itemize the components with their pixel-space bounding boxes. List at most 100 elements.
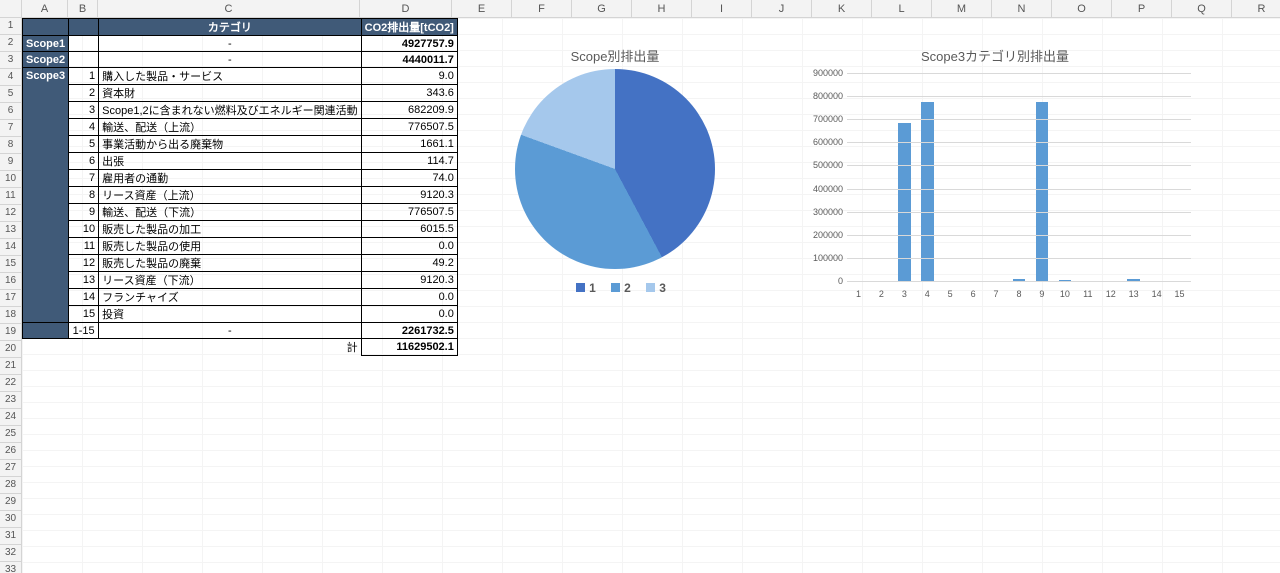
col-header-C[interactable]: C [98, 0, 360, 18]
cell[interactable]: 3 [69, 102, 99, 119]
row-header-30[interactable]: 30 [0, 511, 22, 528]
row-header-10[interactable]: 10 [0, 171, 22, 188]
col-header-J[interactable]: J [752, 0, 812, 18]
col-header-D[interactable]: D [360, 0, 452, 18]
cell[interactable]: Scope1,2に含まれない燃料及びエネルギー関連活動 [99, 102, 361, 119]
row-header-6[interactable]: 6 [0, 103, 22, 120]
row-header-24[interactable]: 24 [0, 409, 22, 426]
row-header-13[interactable]: 13 [0, 222, 22, 239]
column-headers[interactable]: ABCDEFGHIJKLMNOPQRSTU [0, 0, 1280, 18]
cell[interactable]: フランチャイズ [99, 289, 361, 306]
cell[interactable] [23, 170, 69, 187]
row-header-22[interactable]: 22 [0, 375, 22, 392]
cell[interactable] [69, 19, 99, 36]
cell[interactable]: 輸送、配送（下流） [99, 204, 361, 221]
cell[interactable]: 10 [69, 221, 99, 238]
col-header-A[interactable]: A [22, 0, 68, 18]
cell[interactable]: 0.0 [361, 238, 457, 255]
cell[interactable]: 2261732.5 [361, 323, 457, 339]
col-header-B[interactable]: B [68, 0, 98, 18]
row-header-9[interactable]: 9 [0, 154, 22, 171]
cell[interactable]: - [99, 52, 361, 68]
row-header-31[interactable]: 31 [0, 528, 22, 545]
cell[interactable]: 雇用者の通勤 [99, 170, 361, 187]
cell[interactable] [23, 221, 69, 238]
cell[interactable]: 8 [69, 187, 99, 204]
row-header-5[interactable]: 5 [0, 86, 22, 103]
cell[interactable]: 販売した製品の加工 [99, 221, 361, 238]
cell[interactable] [23, 255, 69, 272]
col-header-N[interactable]: N [992, 0, 1052, 18]
data-table[interactable]: カテゴリCO2排出量[tCO2]Scope1-4927757.9Scope2-4… [22, 18, 458, 356]
col-header-K[interactable]: K [812, 0, 872, 18]
cell[interactable] [23, 238, 69, 255]
cell[interactable]: 出張 [99, 153, 361, 170]
cell[interactable]: 776507.5 [361, 204, 457, 221]
row-header-4[interactable]: 4 [0, 69, 22, 86]
row-header-7[interactable]: 7 [0, 120, 22, 137]
cell[interactable] [23, 153, 69, 170]
col-header-O[interactable]: O [1052, 0, 1112, 18]
row-header-26[interactable]: 26 [0, 443, 22, 460]
row-header-16[interactable]: 16 [0, 273, 22, 290]
cell[interactable]: Scope1 [23, 36, 69, 52]
cell[interactable]: 4440011.7 [361, 52, 457, 68]
col-header-F[interactable]: F [512, 0, 572, 18]
row-header-25[interactable]: 25 [0, 426, 22, 443]
row-header-8[interactable]: 8 [0, 137, 22, 154]
cell[interactable]: Scope2 [23, 52, 69, 68]
cell[interactable]: 販売した製品の廃棄 [99, 255, 361, 272]
row-header-23[interactable]: 23 [0, 392, 22, 409]
cell[interactable]: 計 [99, 339, 361, 356]
col-header-Q[interactable]: Q [1172, 0, 1232, 18]
cell[interactable]: カテゴリ [99, 19, 361, 36]
row-headers[interactable]: 1234567891011121314151617181920212223242… [0, 18, 22, 573]
col-header-E[interactable]: E [452, 0, 512, 18]
cell[interactable] [23, 136, 69, 153]
col-header-G[interactable]: G [572, 0, 632, 18]
spreadsheet[interactable]: { "columns":["","A","B","C","D","E","F",… [0, 0, 1280, 573]
col-header-I[interactable]: I [692, 0, 752, 18]
row-header-12[interactable]: 12 [0, 205, 22, 222]
cell[interactable]: 4 [69, 119, 99, 136]
row-header-21[interactable]: 21 [0, 358, 22, 375]
cell[interactable]: 11 [69, 238, 99, 255]
row-header-1[interactable]: 1 [0, 18, 22, 35]
row-header-19[interactable]: 19 [0, 324, 22, 341]
cell[interactable]: 682209.9 [361, 102, 457, 119]
col-header-P[interactable]: P [1112, 0, 1172, 18]
cell[interactable] [23, 306, 69, 323]
row-header-17[interactable]: 17 [0, 290, 22, 307]
row-header-18[interactable]: 18 [0, 307, 22, 324]
col-header-R[interactable]: R [1232, 0, 1280, 18]
cell[interactable]: リース資産（下流） [99, 272, 361, 289]
cell[interactable]: 13 [69, 272, 99, 289]
cell[interactable]: 15 [69, 306, 99, 323]
cell[interactable]: 1661.1 [361, 136, 457, 153]
cell[interactable]: 6015.5 [361, 221, 457, 238]
cell[interactable]: 776507.5 [361, 119, 457, 136]
row-header-20[interactable]: 20 [0, 341, 22, 358]
cell[interactable]: 14 [69, 289, 99, 306]
cell[interactable]: 12 [69, 255, 99, 272]
select-all-corner[interactable] [0, 0, 22, 18]
cell[interactable] [23, 119, 69, 136]
cell[interactable]: 資本財 [99, 85, 361, 102]
row-header-29[interactable]: 29 [0, 494, 22, 511]
cell[interactable]: 9120.3 [361, 272, 457, 289]
cell[interactable]: CO2排出量[tCO2] [361, 19, 457, 36]
cell[interactable]: 1-15 [69, 323, 99, 339]
cell[interactable] [23, 102, 69, 119]
cell[interactable]: 輸送、配送（上流） [99, 119, 361, 136]
cell[interactable]: 9 [69, 204, 99, 221]
cell[interactable]: 9120.3 [361, 187, 457, 204]
cell[interactable] [23, 272, 69, 289]
bar-chart[interactable]: Scope3カテゴリ別排出量 0100000200000300000400000… [780, 40, 1210, 299]
cell[interactable]: 2 [69, 85, 99, 102]
cell[interactable]: 114.7 [361, 153, 457, 170]
cell[interactable] [69, 52, 99, 68]
pie-chart[interactable]: Scope別排出量 1 2 3 [480, 40, 750, 295]
row-header-15[interactable]: 15 [0, 256, 22, 273]
row-header-28[interactable]: 28 [0, 477, 22, 494]
row-header-32[interactable]: 32 [0, 545, 22, 562]
